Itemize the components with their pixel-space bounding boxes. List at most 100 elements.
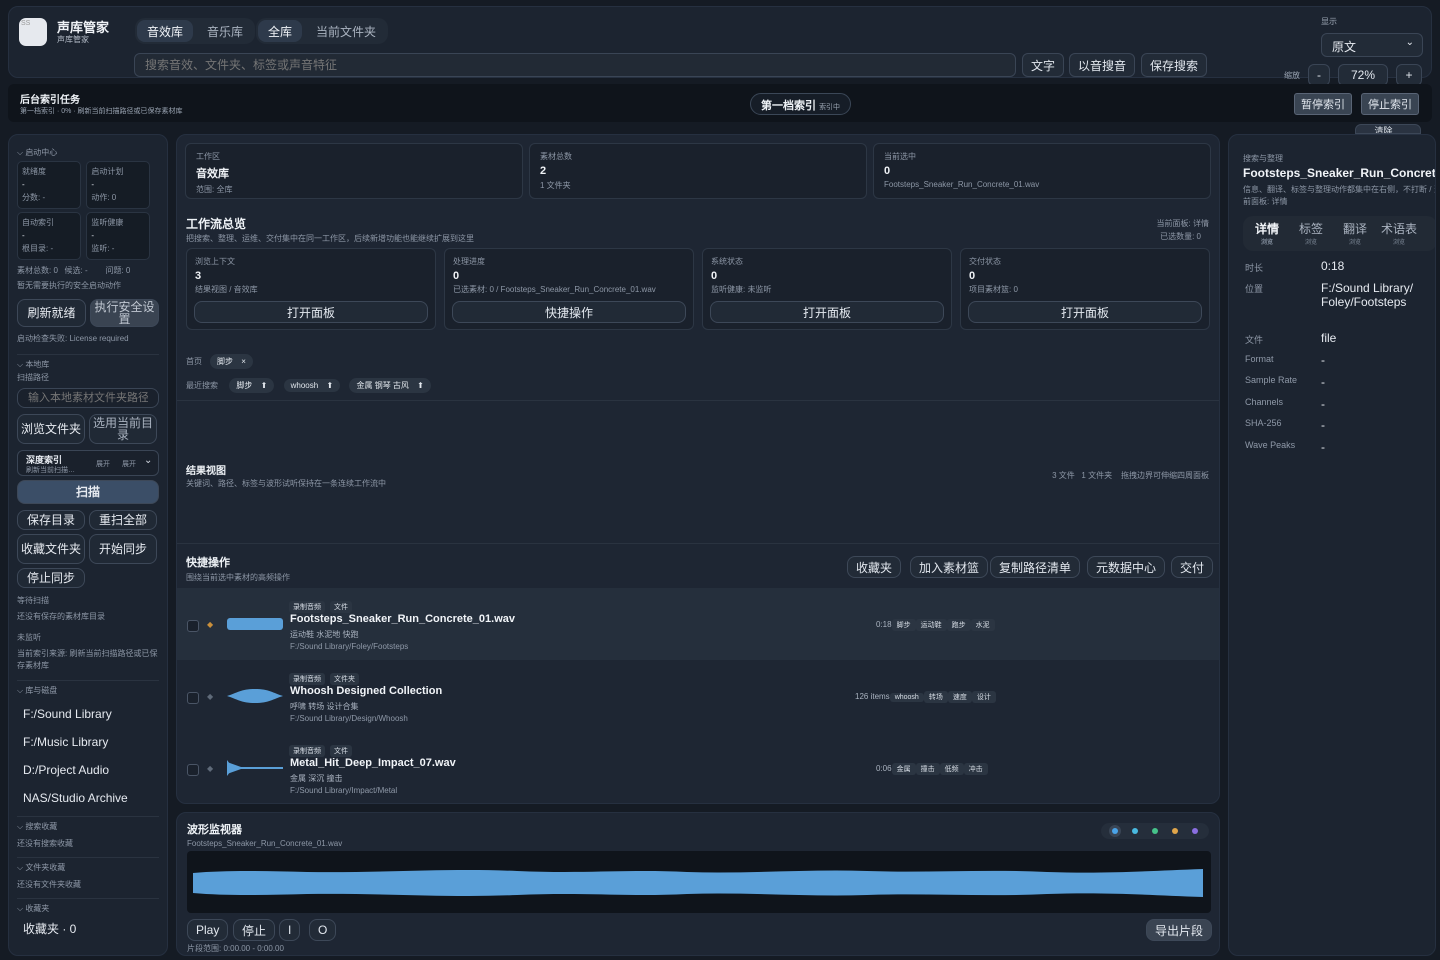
table-row[interactable]: ◆ 录制音频 文件夹 Whoosh Designed Collection 呼啸 … [177, 660, 1219, 732]
workflow-title: 工作流总览 [186, 217, 247, 231]
card-title: 当前选中 [884, 152, 916, 161]
pause-index-button[interactable]: 暂停索引 [1294, 93, 1352, 115]
library-list: F:/Sound Library F:/Music Library D:/Pro… [17, 696, 159, 812]
browse-folder-button[interactable]: 浏览文件夹 [17, 414, 85, 444]
star-icon[interactable]: ◆ [207, 620, 213, 629]
favorites-header[interactable]: ⌵ 收藏夹 [17, 898, 159, 914]
row-description: 呼啸 转场 设计合集 [290, 702, 359, 711]
tab-translate[interactable]: 翻译 浏览 [1333, 220, 1377, 246]
recent-chip[interactable]: 脚步 ⬆ [229, 378, 275, 393]
pin-icon[interactable]: ⬆ [417, 381, 424, 390]
start-sync-button[interactable]: 开始同步 [89, 534, 157, 564]
chip-label: 金属 钢琴 古风 [356, 381, 409, 390]
recent-chip[interactable]: 金属 钢琴 古风 ⬆ [349, 378, 431, 393]
tab-sfx[interactable]: 音效库 [137, 20, 194, 42]
row-checkbox[interactable] [187, 692, 199, 704]
search-input[interactable] [134, 53, 1016, 77]
safe-setup-button[interactable]: 执行安全设置 [90, 299, 159, 327]
stop-index-button[interactable]: 停止索引 [1361, 93, 1419, 115]
color-dot[interactable] [1192, 828, 1198, 834]
startup-cards: 就绪度 - 分数: - 启动计划 - 动作: 0 自动索引 - 根目录: - 监听健康 - 监听… [17, 158, 159, 260]
display-select[interactable]: 原文 ⌄ [1321, 33, 1423, 57]
save-search-button[interactable]: 保存搜索 [1141, 53, 1208, 77]
recent-chip[interactable]: whoosh ⬆ [283, 379, 341, 392]
stop-sync-button[interactable]: 停止同步 [17, 568, 85, 588]
breadcrumb-home[interactable]: 首页 [186, 357, 202, 366]
chevron-down-icon: ⌵ [17, 148, 24, 157]
current-panel-label: 当前面板: 详情 [1156, 219, 1209, 228]
row-duration: 0:18 [876, 620, 892, 629]
star-icon[interactable]: ◆ [207, 692, 213, 701]
folder-fav-header[interactable]: ⌵ 文件夹收藏 [17, 857, 159, 873]
monitor-source: 当前索引来源: 刷新当前扫描路径或已保存素材库 [17, 649, 158, 670]
total-assets-card: 素材总数 2 1 文件夹 [529, 143, 867, 199]
play-button[interactable]: Play [187, 919, 229, 941]
current-selection-card: 当前选中 0 Footsteps_Sneaker_Run_Concrete_01.w… [873, 143, 1211, 199]
table-row[interactable]: ◆ 录制音频 文件 Metal_Hit_Deep_Impact_07.wav 金属… [177, 732, 1219, 804]
stop-button[interactable]: 停止 [233, 919, 276, 941]
color-dot[interactable] [1172, 828, 1178, 834]
qa-favorite-button[interactable]: 收藏夹 [847, 556, 902, 578]
close-icon[interactable]: × [241, 357, 246, 366]
qa-add-basket-button[interactable]: 加入素材篮 [910, 556, 989, 578]
color-dot[interactable] [1112, 828, 1118, 834]
table-row[interactable]: ◆ 录制音频 文件 Footsteps_Sneaker_Run_Concrete_… [177, 588, 1219, 660]
chip-label: 脚步 [236, 381, 253, 390]
library-item[interactable]: F:/Sound Library [17, 700, 118, 728]
row-checkbox[interactable] [187, 764, 199, 776]
row-tag: 录制音频 [289, 601, 325, 613]
scan-button[interactable]: 扫描 [17, 480, 159, 504]
library-item[interactable]: D:/Project Audio [17, 756, 115, 784]
path-input[interactable] [17, 388, 159, 408]
waveform-canvas[interactable] [187, 851, 1211, 913]
local-lib-section-header[interactable]: ⌵ 本地库 [17, 354, 159, 370]
search-fav-header[interactable]: ⌵ 搜索收藏 [17, 816, 159, 832]
deep-index-toggle[interactable]: 深度索引 刷新当前扫描… 展开 展开 ⌄ [17, 450, 159, 476]
breadcrumb-chip[interactable]: 脚步 × [210, 354, 253, 369]
pin-icon[interactable]: ⬆ [261, 381, 268, 390]
open-panel-button[interactable]: 打开面板 [194, 301, 428, 323]
star-icon[interactable]: ◆ [207, 764, 213, 773]
favorites-item[interactable]: 收藏夹 · 0 [17, 914, 82, 944]
startup-section-header[interactable]: ⌵ 启动中心 [17, 143, 159, 158]
tab-current-folder[interactable]: 当前文件夹 [306, 20, 386, 42]
tab-music[interactable]: 音乐库 [197, 20, 253, 42]
save-dir-button[interactable]: 保存目录 [17, 510, 85, 530]
favorite-folder-button[interactable]: 收藏文件夹 [17, 534, 85, 564]
audio-search-button[interactable]: 以音搜音 [1069, 53, 1136, 77]
zoom-value[interactable]: 72% [1338, 64, 1388, 86]
tab-tags[interactable]: 标签 浏览 [1289, 220, 1333, 246]
disk-section-header[interactable]: ⌵ 库与磁盘 [17, 680, 159, 696]
tab-all[interactable]: 全库 [258, 20, 303, 42]
refresh-readiness-button[interactable]: 刷新就绪 [17, 299, 86, 327]
quick-actions-button[interactable]: 快捷操作 [452, 301, 686, 323]
library-item[interactable]: NAS/Studio Archive [17, 784, 134, 812]
card-value: - [22, 180, 25, 189]
color-dot[interactable] [1152, 828, 1158, 834]
startup-stats: 素材总数: 0 候选: - 问题: 0 [17, 266, 131, 275]
tab-glossary[interactable]: 术语表 浏览 [1377, 220, 1421, 246]
library-item[interactable]: F:/Music Library [17, 728, 114, 756]
row-keyword: 速度 [947, 691, 972, 703]
clear-button[interactable]: 清除… [1355, 124, 1421, 134]
export-clip-button[interactable]: 导出片段 [1146, 919, 1213, 941]
out-point-button[interactable]: O [309, 919, 337, 941]
pin-icon[interactable]: ⬆ [326, 381, 333, 390]
zoom-out-button[interactable]: - [1308, 64, 1330, 86]
row-checkbox[interactable] [187, 620, 199, 632]
open-panel-button[interactable]: 打开面板 [968, 301, 1202, 323]
rescan-all-button[interactable]: 重扫全部 [89, 510, 157, 530]
open-panel-button[interactable]: 打开面板 [710, 301, 944, 323]
zoom-in-button[interactable]: + [1396, 64, 1422, 86]
qa-metadata-button[interactable]: 元数据中心 [1087, 556, 1166, 578]
row-name: Footsteps_Sneaker_Run_Concrete_01.wav [290, 613, 515, 625]
in-point-button[interactable]: I [279, 919, 301, 941]
chevron-down-icon: ⌄ [1405, 37, 1414, 48]
qa-deliver-button[interactable]: 交付 [1171, 556, 1214, 578]
use-current-dir-button[interactable]: 选用当前目录 [89, 414, 157, 444]
color-dot[interactable] [1132, 828, 1138, 834]
waveform-title: 波形监视器 [187, 824, 242, 836]
qa-copy-paths-button[interactable]: 复制路径清单 [990, 556, 1081, 578]
tab-details[interactable]: 详情 浏览 [1245, 220, 1289, 246]
text-search-button[interactable]: 文字 [1022, 53, 1065, 77]
